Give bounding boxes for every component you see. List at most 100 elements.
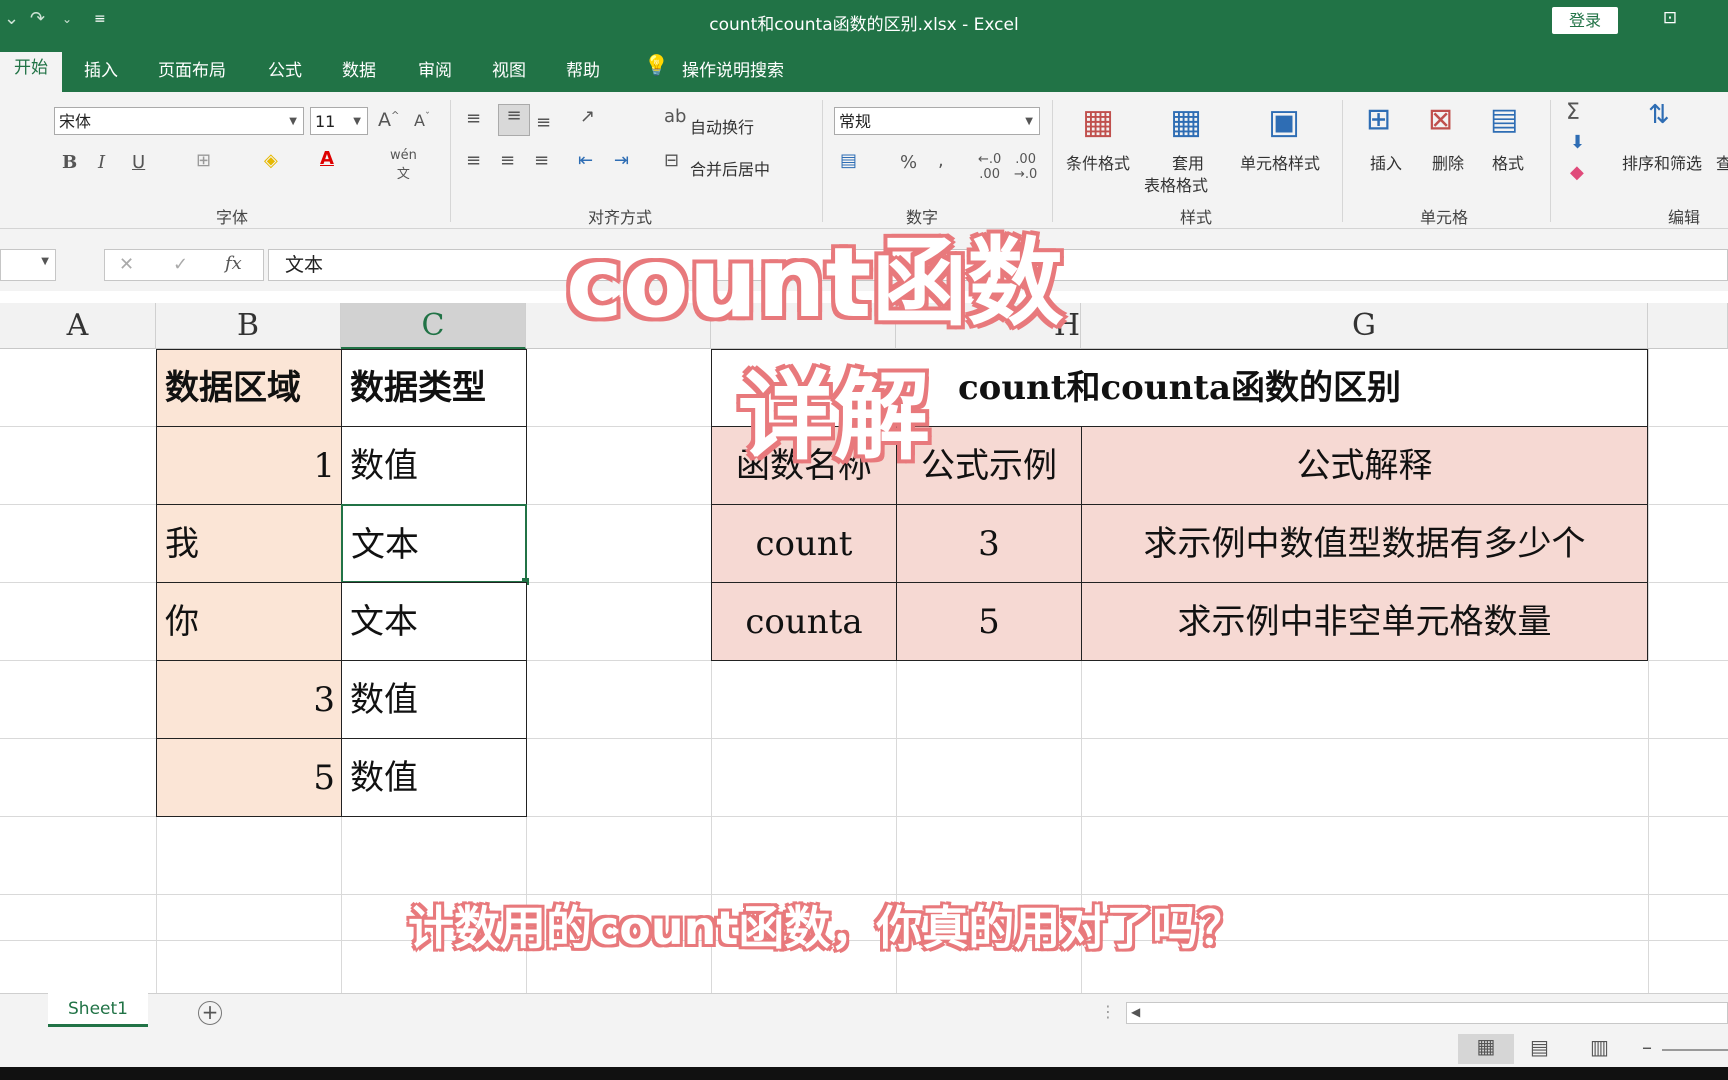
phonetic-guide-icon[interactable]: wén 文	[390, 148, 417, 182]
align-center-icon[interactable]: ≡	[500, 150, 515, 171]
format-as-table-line1[interactable]: 套用	[1172, 150, 1204, 174]
tab-home[interactable]: 开始	[0, 52, 62, 92]
insert-function-icon[interactable]: fx	[225, 253, 242, 274]
formula-explanation-cell[interactable]: 求示例中非空单元格数量	[1081, 582, 1648, 661]
login-button[interactable]: 登录	[1552, 7, 1618, 34]
column-header-next[interactable]	[1648, 303, 1728, 349]
cell-b-value[interactable]: 你	[156, 582, 342, 661]
page-layout-view-icon[interactable]: ▤	[1530, 1035, 1549, 1059]
selected-cell[interactable]: 文本	[341, 504, 527, 583]
chevron-down-icon: ▼	[41, 256, 49, 267]
column-header-a[interactable]: A	[0, 303, 156, 349]
column-header-g[interactable]: G	[1081, 303, 1648, 349]
align-left-icon[interactable]: ≡	[466, 150, 481, 171]
fill-icon[interactable]: ⬇	[1570, 132, 1585, 153]
find-select-button[interactable]: 查	[1716, 150, 1728, 174]
decrease-indent-icon[interactable]: ⇤	[578, 150, 593, 171]
bold-icon[interactable]: B	[62, 152, 77, 173]
cell-styles-button[interactable]: 单元格样式	[1240, 150, 1320, 174]
sort-filter-icon[interactable]: ⇅	[1648, 100, 1670, 130]
group-label-editing: 编辑	[1668, 208, 1701, 227]
cell-b-value[interactable]: 我	[156, 504, 342, 583]
formula-explanation-cell[interactable]: 求示例中数值型数据有多少个	[1081, 504, 1648, 583]
tab-split-handle-icon[interactable]: ⋮	[1100, 1002, 1116, 1021]
scroll-left-icon[interactable]: ◀	[1131, 1005, 1140, 1019]
normal-view-icon[interactable]: ▦	[1458, 1034, 1514, 1064]
cell-c-type[interactable]: 数值	[341, 738, 527, 817]
zoom-out-icon[interactable]: –	[1642, 1035, 1652, 1059]
align-top-icon[interactable]: ≡	[466, 108, 481, 129]
merge-center-icon[interactable]: ⊟	[664, 150, 679, 171]
comma-style-icon[interactable]: ,	[938, 150, 944, 171]
percent-icon[interactable]: %	[900, 152, 917, 173]
wrap-text-button[interactable]: 自动换行	[690, 114, 754, 138]
clear-eraser-icon[interactable]: ◆	[1570, 162, 1584, 183]
wrap-text-icon[interactable]: ab	[664, 106, 686, 127]
format-as-table-line2[interactable]: 表格格式	[1144, 172, 1208, 196]
increase-indent-icon[interactable]: ⇥	[614, 150, 629, 171]
align-middle-icon[interactable]: ≡	[498, 104, 530, 136]
font-name-combo[interactable]: 宋体 ▼	[54, 107, 304, 135]
name-box[interactable]: ▼	[0, 249, 56, 281]
merge-center-button[interactable]: 合并后居中	[690, 156, 770, 180]
insert-cells-button[interactable]: 插入	[1370, 150, 1402, 174]
tab-help[interactable]: 帮助	[566, 56, 600, 81]
align-right-icon[interactable]: ≡	[534, 150, 549, 171]
column-header-b[interactable]: B	[156, 303, 341, 349]
header-data-type[interactable]: 数据类型	[341, 349, 527, 427]
cell-c-type[interactable]: 数值	[341, 426, 527, 505]
conditional-format-button[interactable]: 条件格式	[1066, 150, 1130, 174]
tell-me-search[interactable]: 操作说明搜索	[682, 56, 784, 81]
tab-page-layout[interactable]: 页面布局	[158, 56, 226, 81]
number-format-combo[interactable]: 常规 ▼	[834, 107, 1040, 135]
cancel-icon[interactable]: ✕	[119, 254, 134, 275]
sheet-tab[interactable]: Sheet1	[48, 993, 148, 1027]
fill-color-icon[interactable]: ◈	[264, 150, 278, 171]
tab-data[interactable]: 数据	[342, 56, 376, 81]
tab-formulas[interactable]: 公式	[268, 56, 302, 81]
increase-decimal-icon[interactable]: ←.0.00	[978, 152, 1001, 182]
italic-icon[interactable]: I	[98, 152, 105, 173]
align-bottom-icon[interactable]: ≡	[536, 112, 551, 133]
cell-b-value[interactable]: 3	[156, 660, 342, 739]
tab-insert[interactable]: 插入	[84, 56, 118, 81]
enter-icon[interactable]: ✓	[173, 254, 188, 275]
cell-styles-icon[interactable]: ▣	[1268, 102, 1300, 142]
tab-review[interactable]: 审阅	[418, 56, 452, 81]
cell-b-value[interactable]: 1	[156, 426, 342, 505]
accounting-format-icon[interactable]: ▤	[840, 150, 857, 171]
insert-cells-icon[interactable]: ⊞	[1366, 102, 1391, 137]
delete-cells-icon[interactable]: ⊠	[1428, 102, 1453, 137]
header-data-range[interactable]: 数据区域	[156, 349, 342, 427]
sort-filter-button[interactable]: 排序和筛选	[1622, 150, 1702, 174]
page-break-view-icon[interactable]: ▥	[1590, 1035, 1609, 1059]
font-color-icon[interactable]: A	[320, 148, 334, 169]
format-cells-button[interactable]: 格式	[1492, 150, 1524, 174]
cell-c-type[interactable]: 文本	[341, 582, 527, 661]
orientation-icon[interactable]: ↗	[580, 106, 595, 127]
delete-cells-button[interactable]: 删除	[1432, 150, 1464, 174]
add-sheet-icon[interactable]: +	[198, 1001, 222, 1025]
formula-example-cell[interactable]: 5	[896, 582, 1082, 661]
font-size-combo[interactable]: 11 ▼	[310, 107, 368, 135]
zoom-slider[interactable]	[1662, 1049, 1728, 1051]
increase-font-icon[interactable]: A^	[378, 109, 399, 131]
autosum-icon[interactable]: Σ	[1566, 100, 1580, 125]
function-name-cell[interactable]: count	[711, 504, 897, 583]
cell-b-value[interactable]: 5	[156, 738, 342, 817]
decrease-decimal-icon[interactable]: .00 →.0	[1014, 152, 1037, 182]
cell-c-type[interactable]: 数值	[341, 660, 527, 739]
function-name-cell[interactable]: counta	[711, 582, 897, 661]
formula-example-cell[interactable]: 3	[896, 504, 1082, 583]
header-formula-explanation[interactable]: 公式解释	[1081, 426, 1648, 505]
ribbon-display-options-icon[interactable]: ⊡	[1658, 8, 1682, 30]
borders-icon[interactable]: ⊞	[196, 150, 211, 171]
format-cells-icon[interactable]: ▤	[1490, 102, 1518, 137]
column-header-c[interactable]: C	[341, 303, 526, 349]
tab-view[interactable]: 视图	[492, 56, 526, 81]
horizontal-scrollbar[interactable]: ◀	[1126, 1002, 1728, 1024]
format-as-table-icon[interactable]: ▦	[1170, 102, 1202, 142]
underline-icon[interactable]: U	[132, 152, 145, 173]
conditional-format-icon[interactable]: ▦	[1082, 102, 1114, 142]
decrease-font-icon[interactable]: Aˇ	[414, 111, 430, 130]
